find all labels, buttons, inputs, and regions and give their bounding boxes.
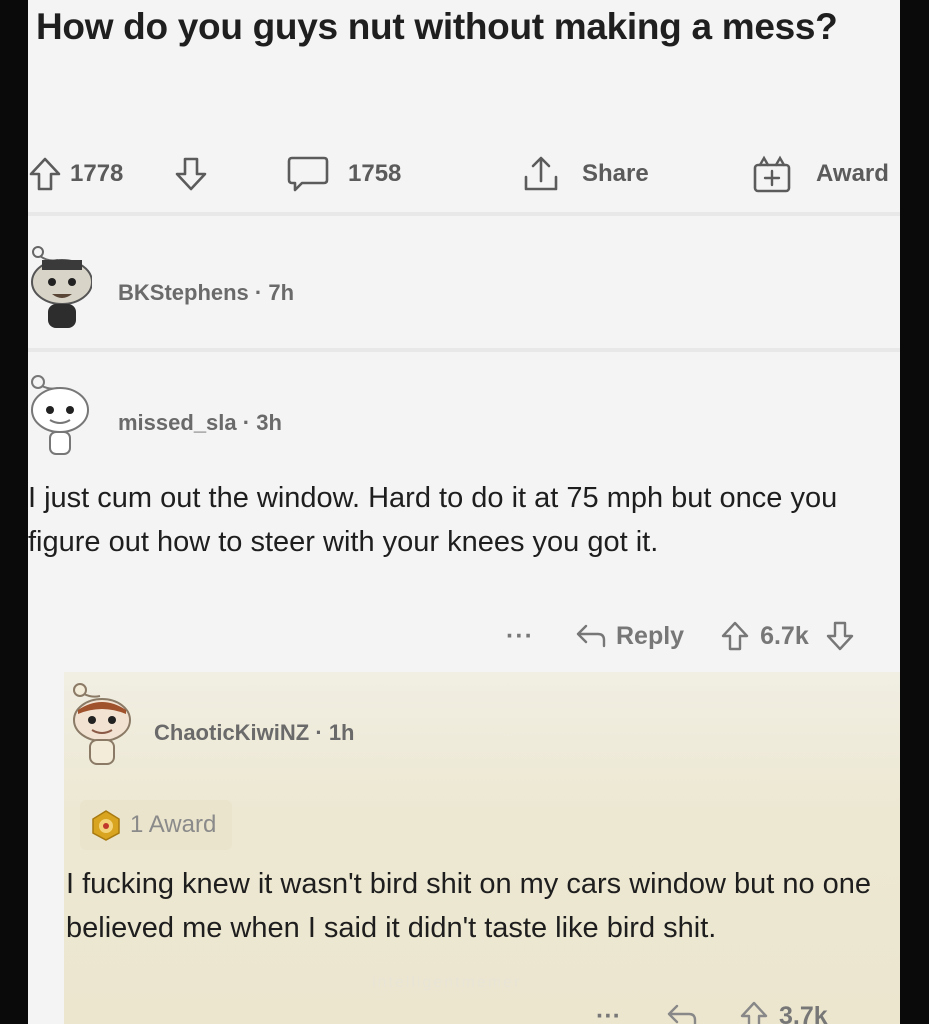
upvote-button[interactable]: 1778 (28, 146, 123, 202)
reply-icon[interactable] (574, 622, 608, 650)
reply-button[interactable]: Reply (616, 622, 684, 651)
meta-separator: · (242, 410, 251, 435)
comment-meta: missed_sla · 3h (118, 410, 282, 436)
more-icon[interactable]: ··· (596, 1002, 621, 1024)
share-button[interactable]: Share (520, 146, 649, 202)
award-count: 1 Award (130, 811, 217, 838)
downvote-button[interactable] (174, 146, 208, 202)
downvote-icon[interactable] (174, 156, 208, 192)
snoo-avatar[interactable] (28, 242, 93, 328)
comment-age: 7h (268, 280, 295, 305)
username[interactable]: BKStephens (118, 280, 249, 305)
meta-separator: · (315, 720, 323, 745)
award-button[interactable]: Award (750, 146, 889, 202)
share-icon (524, 156, 558, 191)
comment-age: 1h (328, 720, 355, 745)
comments-button[interactable]: 1758 (286, 146, 401, 202)
comment-body: I fucking knew it wasn't bird shit on my… (66, 868, 872, 944)
reply-icon[interactable] (665, 1002, 699, 1024)
divider (28, 348, 900, 352)
more-icon[interactable]: ··· (506, 622, 534, 651)
upvote-icon[interactable] (720, 620, 750, 652)
share-label: Share (582, 160, 649, 187)
comment-actions: ··· Reply 6.7k (506, 614, 855, 658)
watermark: intelligentmemer (372, 974, 522, 991)
downvote-icon[interactable] (825, 620, 855, 652)
divider (28, 212, 900, 216)
reddit-screen: How do you guys nut without making a mes… (28, 0, 900, 1024)
comment-age: 3h (256, 410, 282, 435)
award-label: Award (816, 160, 889, 187)
comment-icon (287, 156, 329, 192)
comment-actions: ··· 3.7k (596, 996, 828, 1024)
comment-meta: ChaoticKiwiNZ · 1h (154, 720, 355, 746)
post-title[interactable]: How do you guys nut without making a mes… (36, 2, 876, 52)
award-icon (753, 155, 791, 193)
post-comment-count: 1758 (348, 160, 402, 187)
vote-count: 3.7k (778, 1001, 828, 1024)
upvote-icon[interactable] (739, 1000, 769, 1024)
comment-meta: BKStephens · 7h (118, 280, 294, 306)
award-badge[interactable]: 1 Award (80, 800, 233, 850)
comment-body: I just cum out the window. Hard to do it… (28, 482, 838, 558)
post-action-bar: 1778 1758 Share Award (28, 146, 900, 202)
vote-count: 6.7k (760, 621, 809, 650)
username[interactable]: ChaoticKiwiNZ (154, 720, 309, 745)
post-upvote-count: 1778 (70, 160, 124, 187)
upvote-icon[interactable] (28, 156, 62, 192)
username[interactable]: missed_sla (118, 410, 237, 435)
snoo-avatar[interactable] (28, 372, 92, 455)
meta-separator: · (254, 280, 263, 305)
award-icon (92, 810, 120, 841)
snoo-avatar[interactable] (68, 680, 132, 765)
